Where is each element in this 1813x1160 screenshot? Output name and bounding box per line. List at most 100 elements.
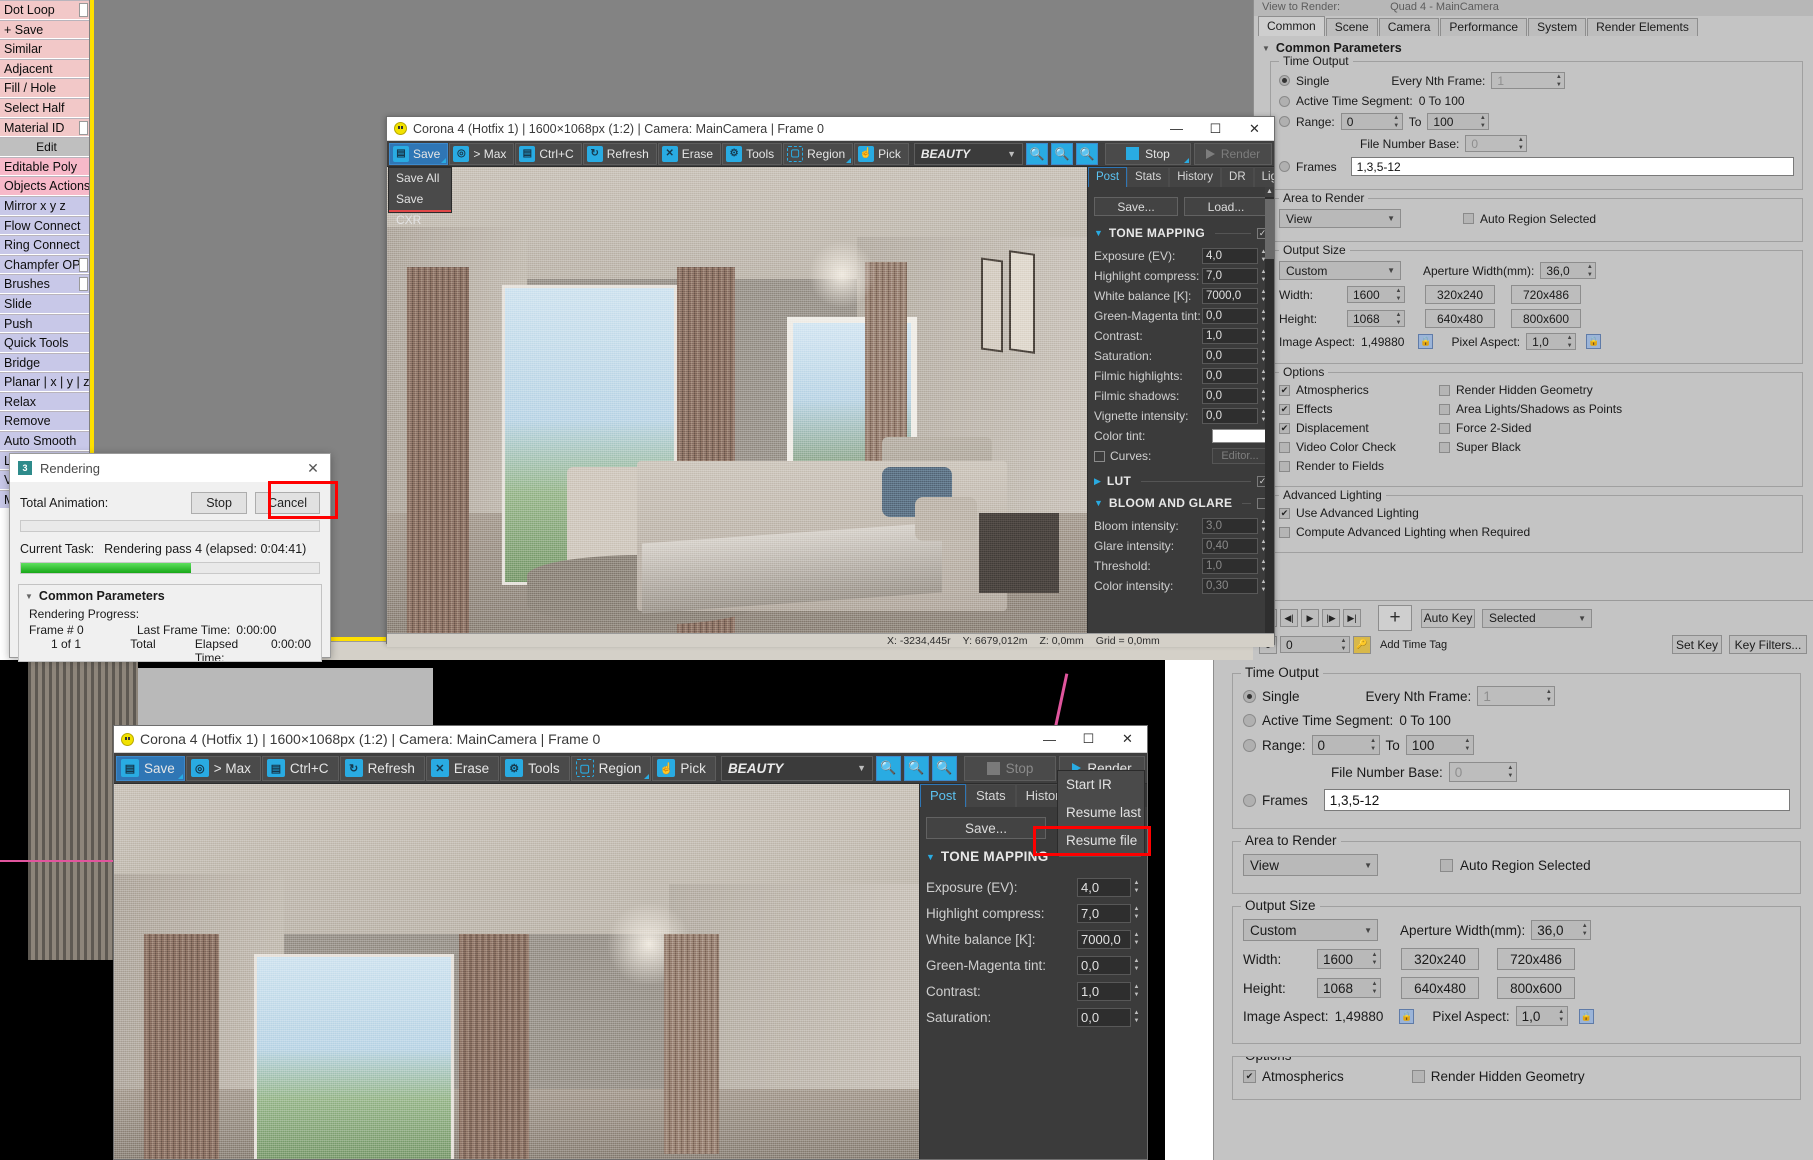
preset-640x480-button[interactable]: 640x480 — [1425, 309, 1495, 328]
vfb2-titlebar[interactable]: Corona 4 (Hotfix 1) | 1600×1068px (1:2) … — [114, 726, 1147, 753]
options-left-column[interactable]: ✔ Atmospherics ✔ Effects ✔ Displacement Video … — [1279, 383, 1439, 478]
sidebar-button-auto-smooth[interactable]: Auto Smooth — [0, 431, 89, 451]
sidebar-button-editable-poly[interactable]: Editable Poly — [0, 156, 89, 177]
menu-item-save-all[interactable]: Save All — [389, 168, 451, 189]
option-video-color-check[interactable]: Video Color Check — [1279, 440, 1439, 454]
sidebar-button-similar[interactable]: Similar — [0, 39, 89, 59]
option-render-hidden-geometry[interactable]: Render Hidden Geometry — [1439, 383, 1794, 397]
auto-region-row-2[interactable]: Auto Region Selected — [1440, 858, 1591, 873]
output-preset-row[interactable]: Custom ▼ Aperture Width(mm): 36,0 ▲ ▼ — [1279, 261, 1794, 280]
preset-320x240-button[interactable]: 320x240 — [1425, 285, 1495, 304]
menu-item-start-ir[interactable]: Start IR — [1058, 771, 1144, 799]
option-effects[interactable]: ✔ Effects — [1279, 402, 1439, 416]
render-hidden-geometry-checkbox[interactable] — [1411, 1070, 1425, 1083]
key-toggle-icon[interactable]: 🔑 — [1353, 635, 1371, 654]
pick-button[interactable]: ☝ Pick — [652, 755, 716, 781]
tonemap-value[interactable]: 4,0 — [1077, 877, 1131, 897]
active-time-segment-radio[interactable] — [1279, 95, 1290, 107]
checkbox[interactable]: ✔ — [1279, 384, 1290, 396]
curves-editor-button[interactable]: Editor... — [1212, 448, 1268, 464]
vfb2-toolbar[interactable]: ▤ Save ◎ > Max ▤ Ctrl+C ↻ Refresh ✕ Eras… — [114, 753, 1147, 784]
preset-720x486-button[interactable]: 720x486 — [1497, 948, 1575, 970]
minimize-icon[interactable]: — — [1030, 727, 1069, 751]
tonemap-value[interactable]: 7,0 — [1077, 903, 1131, 923]
sidebar-button-mirror-x-y-z[interactable]: Mirror x y z — [0, 195, 89, 216]
area-to-render-row-2[interactable]: View ▼ Auto Region Selected — [1243, 854, 1790, 876]
option-atmospherics[interactable]: ✔ Atmospherics — [1279, 383, 1439, 397]
tonemap-row-highlight-compress[interactable]: Highlight compress: 7,0 ▲ ▼ — [1094, 266, 1268, 286]
image-aspect-lock-icon[interactable]: 🔒 — [1418, 334, 1434, 349]
sidebar-button-chip-icon[interactable] — [79, 3, 88, 17]
spinner-icon[interactable]: ▲ ▼ — [1132, 1009, 1141, 1025]
stop-button[interactable]: Stop — [964, 755, 1056, 781]
output-size-preset-dropdown[interactable]: Custom ▼ — [1279, 261, 1401, 280]
tonemap2-row-green-magenta-tint[interactable]: Green-Magenta tint: 0,0 ▲ ▼ — [926, 952, 1141, 978]
single-row[interactable]: Single Every Nth Frame: 1 ▲ ▼ — [1279, 72, 1794, 89]
tonemap-value[interactable]: 7000,0 — [1202, 288, 1258, 304]
lut-header[interactable]: ▶ LUT ✓ — [1094, 474, 1268, 488]
aperture-width-field[interactable]: 36,0 ▲ ▼ — [1531, 920, 1592, 940]
region-button[interactable]: ▢ Region — [570, 755, 652, 781]
spinner-icon[interactable]: ▲ ▼ — [1132, 983, 1141, 999]
render-image-canvas[interactable] — [387, 167, 1087, 633]
single-radio[interactable] — [1279, 75, 1290, 86]
bloom-value[interactable]: 0,30 — [1202, 578, 1258, 594]
tonemap-value[interactable]: 0,0 — [1202, 348, 1258, 364]
vfb-tab-lightmix[interactable]: LightMix — [1253, 167, 1274, 187]
sidebar-button-relax[interactable]: Relax — [0, 391, 89, 412]
maximize-icon[interactable]: ☐ — [1196, 117, 1235, 141]
sidebar-button-planar-x-y-z[interactable]: Planar | x | y | z — [0, 372, 89, 392]
bloom-row-color-intensity[interactable]: Color intensity: 0,30 ▲ ▼ — [1094, 576, 1268, 596]
copy-button[interactable]: ▤ Ctrl+C — [261, 755, 339, 781]
spinner-icon[interactable]: ▲ ▼ — [1369, 980, 1380, 996]
tonemap-value[interactable]: 7,0 — [1202, 268, 1258, 284]
sidebar-button-ring-connect[interactable]: Ring Connect — [0, 235, 89, 255]
range-row-2[interactable]: Range: 0 ▲ ▼ To 100 ▲ ▼ — [1243, 735, 1790, 755]
spinner-icon[interactable]: ▲ ▼ — [1543, 688, 1554, 704]
add-key-button[interactable]: + — [1378, 605, 1412, 631]
tonemap-row-green-magenta-tint[interactable]: Green-Magenta tint: 0,0 ▲ ▼ — [1094, 306, 1268, 326]
erase-button[interactable]: ✕ Erase — [657, 142, 722, 165]
spinner-icon[interactable]: ▲ ▼ — [1132, 931, 1141, 947]
checkbox[interactable]: ✔ — [1279, 403, 1290, 415]
spinner-icon[interactable]: ▲ ▼ — [1515, 136, 1526, 152]
tab-performance[interactable]: Performance — [1440, 18, 1528, 36]
tonemap2-row-white-balance-k[interactable]: White balance [K]: 7000,0 ▲ ▼ — [926, 926, 1141, 952]
corona-vfb-window-2[interactable]: Corona 4 (Hotfix 1) | 1600×1068px (1:2) … — [113, 725, 1151, 1160]
tools-button[interactable]: ⚙ Tools — [500, 755, 570, 781]
spinner-icon[interactable]: ▲ ▼ — [1564, 334, 1575, 350]
range-radio[interactable] — [1243, 738, 1256, 752]
tonemap-row-vignette-intensity[interactable]: Vignette intensity: 0,0 ▲ ▼ — [1094, 406, 1268, 426]
area-to-render-dropdown[interactable]: View ▼ — [1279, 209, 1401, 228]
bloom-row-glare-intensity[interactable]: Glare intensity: 0,40 ▲ ▼ — [1094, 536, 1268, 556]
width-field[interactable]: 1600 ▲ ▼ — [1347, 286, 1405, 303]
sidebar-button-select-half[interactable]: Select Half — [0, 97, 89, 118]
vfb-side-panel[interactable]: PostStatsHistoryDRLightMix Save... Load.… — [1087, 167, 1274, 633]
scrollbar-thumb[interactable] — [1265, 199, 1274, 259]
height-field[interactable]: 1068 ▲ ▼ — [1317, 978, 1381, 998]
preset-800x600-button[interactable]: 800x600 — [1497, 977, 1575, 999]
zoom-in-icon[interactable]: 🔍 — [1026, 142, 1048, 165]
width-row[interactable]: Width: 1600 ▲ ▼ 320x240 720x486 — [1279, 285, 1794, 304]
sidebar-button-chip-icon[interactable] — [79, 277, 88, 292]
tonemap-row-filmic-shadows[interactable]: Filmic shadows: 0,0 ▲ ▼ — [1094, 386, 1268, 406]
spinner-icon[interactable]: ▲ ▼ — [1477, 114, 1488, 130]
sidebar-button-adjacent[interactable]: Adjacent — [0, 58, 89, 79]
scroll-up-icon[interactable]: ▲ — [1265, 187, 1274, 197]
next-frame-icon[interactable]: |▶ — [1322, 609, 1340, 627]
tonemap-row-filmic-highlights[interactable]: Filmic highlights: 0,0 ▲ ▼ — [1094, 366, 1268, 386]
file-number-base-row-2[interactable]: File Number Base: 0 ▲ ▼ — [1243, 762, 1790, 782]
range-row[interactable]: Range: 0 ▲ ▼ To 100 ▲ ▼ — [1279, 113, 1794, 130]
height-row-2[interactable]: Height: 1068 ▲ ▼ 640x480 800x600 — [1243, 977, 1790, 999]
set-key-button[interactable]: Set Key — [1672, 635, 1722, 654]
width-row-2[interactable]: Width: 1600 ▲ ▼ 320x240 720x486 — [1243, 948, 1790, 970]
preset-load-button[interactable]: Load... — [1184, 197, 1268, 216]
vfb-panel-tabs[interactable]: PostStatsHistoryDRLightMix — [1088, 167, 1274, 187]
vfb-tab-stats[interactable]: Stats — [966, 784, 1016, 807]
every-nth-frame-field[interactable]: 1 ▲ ▼ — [1477, 686, 1556, 706]
common-parameters-rollout[interactable]: ▼ Common Parameters Rendering Progress: … — [18, 584, 322, 662]
frames-row[interactable]: Frames 1,3,5-12 — [1279, 157, 1794, 176]
key-mode-dropdown[interactable]: Selected ▼ — [1482, 608, 1592, 628]
tonemap-value[interactable]: 1,0 — [1202, 328, 1258, 344]
active-time-segment-row[interactable]: Active Time Segment: 0 To 100 — [1279, 94, 1794, 108]
